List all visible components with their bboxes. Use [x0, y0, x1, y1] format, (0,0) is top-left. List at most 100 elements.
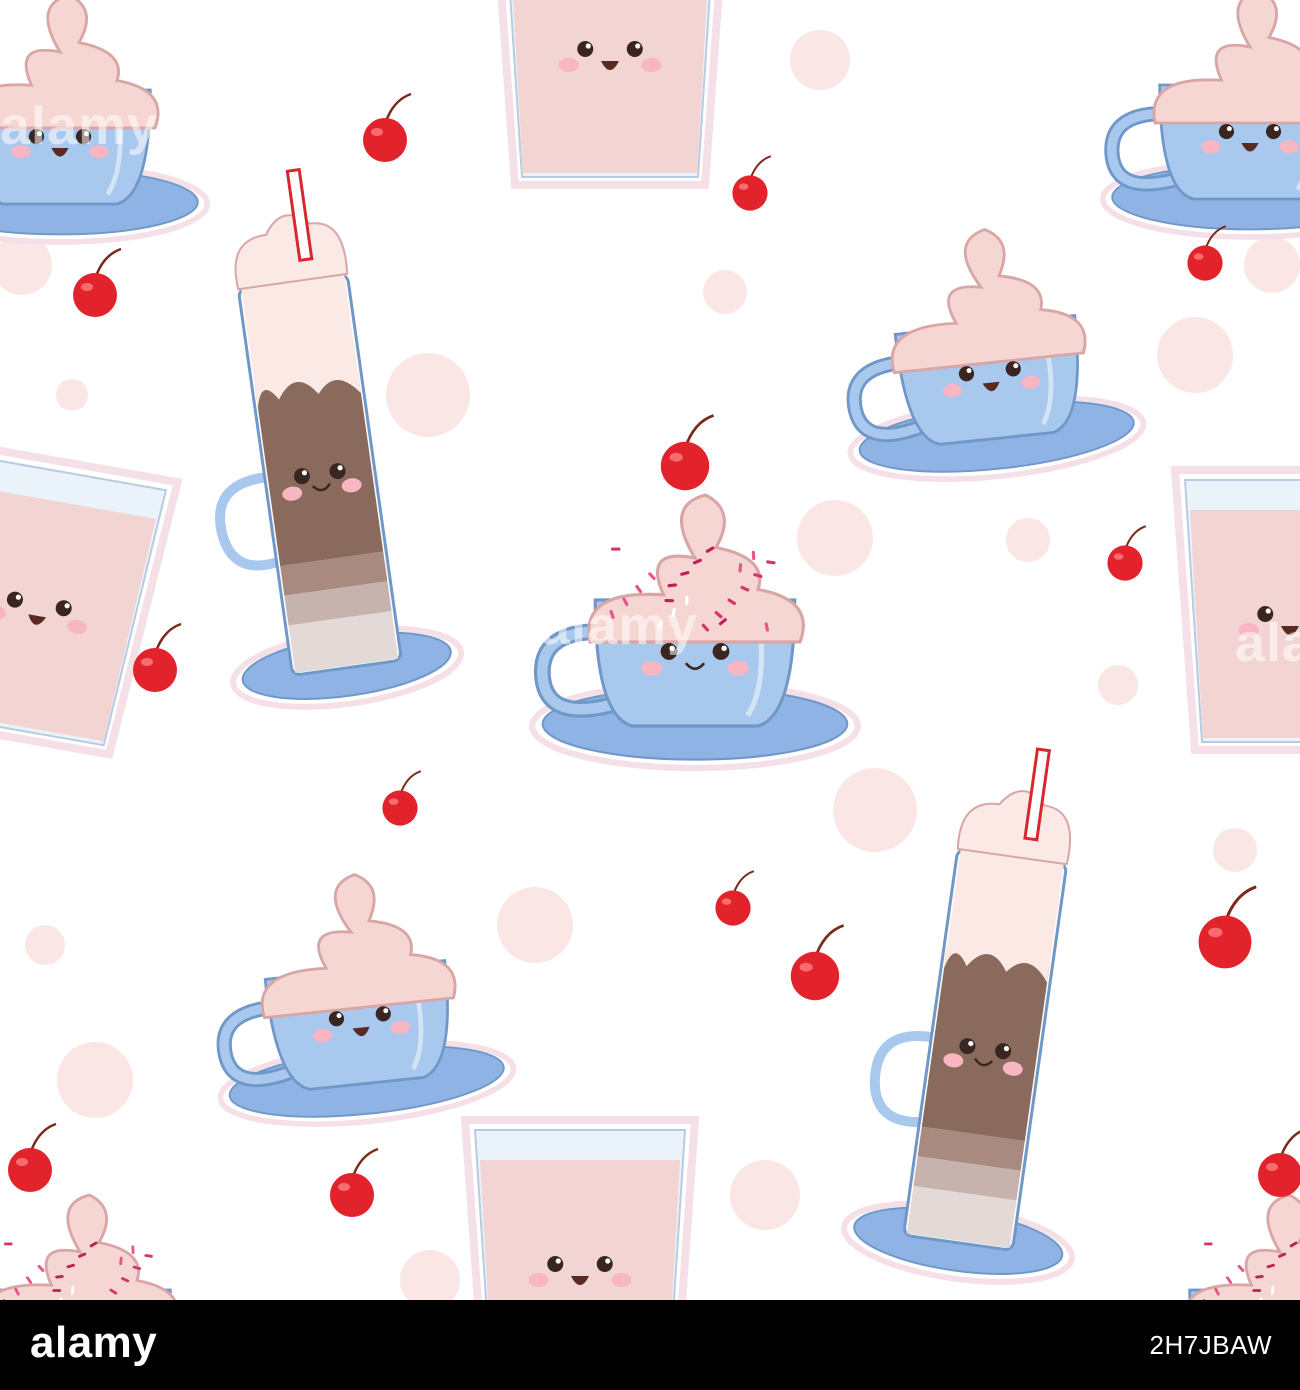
- sprinkle: [131, 1245, 135, 1254]
- eye-highlight: [669, 645, 675, 652]
- milk-glass: [460, 1116, 700, 1300]
- sprinkle: [1204, 1242, 1213, 1246]
- cherry-shine: [721, 898, 732, 905]
- background-dot: [1098, 665, 1138, 705]
- eye: [1265, 123, 1282, 140]
- footer-logo: alamy: [30, 1318, 158, 1367]
- cherry-shine: [1266, 1163, 1278, 1171]
- milk: [513, 0, 707, 173]
- cherry: [1198, 885, 1257, 969]
- sprinkle: [1270, 1286, 1275, 1295]
- latte-glass: [215, 167, 465, 710]
- cherry: [732, 155, 772, 211]
- eye: [75, 128, 92, 145]
- background-dot: [790, 30, 850, 90]
- eye-highlight: [36, 131, 42, 137]
- cherry-fruit: [732, 175, 768, 211]
- milk: [0, 484, 156, 742]
- cherry-shine: [799, 962, 813, 972]
- background-dot: [1213, 828, 1257, 872]
- kawaii-cup: [216, 873, 517, 1128]
- pattern-illustration: alamy alamy alamy: [0, 0, 1300, 1300]
- cherry-fruit: [8, 1148, 52, 1192]
- cherry: [1258, 1130, 1300, 1197]
- sprinkle: [1221, 1254, 1229, 1263]
- cheek: [528, 1273, 549, 1287]
- cherry-shine: [338, 1183, 350, 1191]
- whipped-cream: [890, 228, 1087, 375]
- foam-top: [956, 790, 1072, 866]
- sprinkle: [1237, 1264, 1245, 1272]
- eye-highlight: [605, 1258, 611, 1264]
- eye-highlight: [1226, 126, 1232, 132]
- cherry-shine: [388, 798, 399, 805]
- sprinkle: [25, 1276, 33, 1284]
- sprinkle: [3, 1242, 13, 1246]
- sprinkle: [52, 1289, 61, 1293]
- eye-highlight: [635, 43, 641, 49]
- sprinkle: [751, 550, 756, 561]
- sprinkle: [648, 572, 656, 581]
- sprinkle: [630, 560, 638, 570]
- kawaii-cup: [1099, 0, 1300, 240]
- eye: [547, 1256, 564, 1272]
- cheek: [11, 145, 31, 159]
- cherry-fruit: [1187, 245, 1223, 281]
- eye: [596, 1256, 613, 1272]
- whipped-cream: [1152, 0, 1300, 125]
- sprinkle: [34, 1243, 40, 1252]
- kawaii-cup: [846, 228, 1147, 483]
- cherry-fruit: [1258, 1153, 1300, 1197]
- cherry: [1107, 525, 1147, 581]
- eye: [1257, 606, 1274, 622]
- sprinkle: [664, 598, 674, 603]
- whipped-cream: [0, 0, 160, 130]
- cherry-fruit: [133, 648, 177, 692]
- cheek: [611, 1273, 632, 1287]
- cheek: [1238, 623, 1259, 637]
- eye: [626, 41, 643, 57]
- cherry-shine: [1113, 553, 1124, 560]
- cherry-shine: [669, 452, 683, 462]
- milk-glass: [1170, 466, 1300, 754]
- background-dot: [797, 500, 873, 576]
- cheek: [1201, 140, 1221, 154]
- stock-footer-bar: alamy 2H7JBAW: [0, 1300, 1300, 1390]
- eye-highlight: [83, 131, 89, 137]
- sprinkle: [21, 1254, 29, 1263]
- cherry-shine: [738, 183, 749, 190]
- eye-highlight: [555, 1258, 561, 1264]
- cherry-fruit: [73, 273, 117, 317]
- cherry: [382, 770, 422, 826]
- kawaii-cup: [0, 1193, 177, 1300]
- sprinkle: [1225, 1276, 1233, 1284]
- sprinkle: [635, 584, 643, 594]
- sprinkle: [1252, 1289, 1261, 1293]
- background-dot: [57, 1042, 133, 1118]
- background-dot: [703, 270, 747, 314]
- cherry-fruit: [382, 790, 418, 826]
- cherry: [363, 92, 412, 162]
- cherry-shine: [16, 1158, 28, 1166]
- background-dot: [25, 925, 65, 965]
- cherry-fruit: [790, 951, 840, 1001]
- sprinkle: [766, 560, 776, 565]
- cherry-shine: [1208, 927, 1223, 938]
- background-dot: [730, 1160, 800, 1230]
- eye: [28, 128, 45, 145]
- cherry-shine: [371, 128, 383, 136]
- background-dot: [400, 1250, 460, 1300]
- background-dot: [497, 887, 573, 963]
- whipped-cream: [1187, 1193, 1300, 1300]
- cheek: [1279, 140, 1299, 154]
- milk-glass: [0, 437, 183, 759]
- eye-highlight: [1265, 608, 1271, 614]
- eye-highlight: [721, 645, 727, 652]
- drinks-pattern-svg: [0, 0, 1300, 1300]
- eye: [660, 643, 678, 660]
- cherry: [73, 247, 122, 317]
- cherry-fruit: [363, 118, 407, 162]
- sprinkle: [1234, 1243, 1240, 1252]
- cherry-fruit: [715, 890, 751, 926]
- cherry-shine: [81, 283, 93, 291]
